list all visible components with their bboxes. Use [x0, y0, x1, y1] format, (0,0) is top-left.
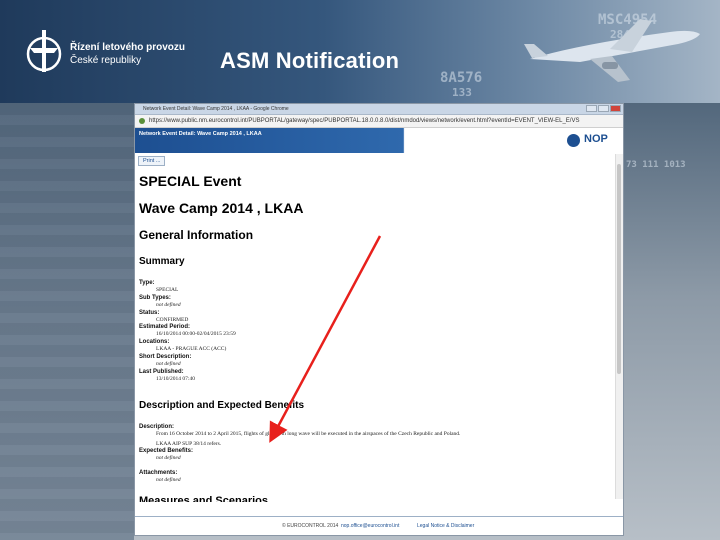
field-label-type: Type:	[139, 280, 155, 286]
field-value-attachments: not defined	[156, 477, 181, 483]
summary-heading: Summary	[139, 256, 185, 267]
page-footer: © EUROCONTROL 2014 nop.office@eurocontro…	[135, 516, 623, 535]
background-number: 133	[452, 86, 472, 99]
field-label-description: Description:	[139, 424, 175, 430]
field-label-status: Status:	[139, 310, 160, 316]
field-label-last-published: Last Published:	[139, 369, 184, 375]
field-label-period: Estimated Period:	[139, 324, 191, 330]
page-scrollbar[interactable]	[615, 154, 623, 499]
minimize-icon[interactable]	[586, 105, 597, 112]
background-photo-strip	[0, 103, 134, 540]
org-name-line1: Řízení letového provozu	[70, 42, 186, 53]
field-label-locations: Locations:	[139, 339, 170, 345]
background-number: 73 111 1013	[626, 160, 686, 170]
nop-page-header: Network Event Detail: Wave Camp 2014 , L…	[135, 128, 623, 153]
field-value-locations: LKAA - PRAGUE ACC (ACC)	[156, 346, 227, 352]
field-value-description: From 16 October 2014 to 2 April 2015, fl…	[156, 431, 461, 437]
window-title: Network Event Detail: Wave Camp 2014 , L…	[143, 106, 289, 112]
browser-window: Network Event Detail: Wave Camp 2014 , L…	[134, 103, 624, 536]
field-label-attachments: Attachments:	[139, 470, 178, 476]
field-value-period: 16/10/2014 00:00-02/04/2015 23:59	[156, 331, 236, 337]
nop-logo-text: NOP	[584, 133, 608, 145]
maximize-icon[interactable]	[598, 105, 609, 112]
window-controls	[585, 105, 621, 116]
nop-logo: NOP	[567, 131, 615, 151]
nop-logo-icon	[567, 134, 580, 147]
field-value-last-published: 13/10/2014 07:40	[156, 376, 195, 382]
event-type-heading: SPECIAL Event	[139, 173, 242, 189]
browser-titlebar: Network Event Detail: Wave Camp 2014 , L…	[135, 104, 623, 115]
footer-legal-link[interactable]: Legal Notice & Disclaimer	[417, 523, 474, 529]
org-logo: Řízení letového provozu České republiky	[24, 28, 214, 78]
slide-title: ASM Notification	[220, 48, 400, 73]
field-value-short-description: not defined	[156, 361, 181, 367]
lock-icon	[139, 118, 145, 124]
field-label-subtypes: Sub Types:	[139, 295, 171, 301]
address-bar[interactable]: https://www.public.nm.eurocontrol.int/PU…	[135, 115, 623, 128]
measures-section-heading: Measures and Scenarios	[139, 495, 269, 502]
url-text[interactable]: https://www.public.nm.eurocontrol.int/PU…	[149, 115, 579, 127]
field-value-type: SPECIAL	[156, 287, 179, 293]
event-name-heading: Wave Camp 2014 , LKAA	[139, 200, 304, 216]
field-label-expected-benefits: Expected Benefits:	[139, 448, 194, 454]
org-name-line2: České republiky	[70, 55, 142, 66]
field-value-status: CONFIRMED	[156, 317, 189, 323]
field-value-subtypes: not defined	[156, 302, 181, 308]
print-button[interactable]: Print ...	[138, 156, 166, 166]
footer-copyright: © EUROCONTROL 2014	[282, 523, 339, 529]
org-emblem-icon	[26, 30, 62, 72]
scrollbar-thumb[interactable]	[617, 164, 621, 374]
description-section-heading: Description and Expected Benefits	[139, 400, 305, 411]
general-info-heading: General Information	[139, 228, 254, 242]
page-header-title: Network Event Detail: Wave Camp 2014 , L…	[139, 131, 262, 137]
field-value-expected-benefits: not defined	[156, 455, 181, 461]
footer-email-link[interactable]: nop.office@eurocontrol.int	[341, 523, 399, 529]
background-number: 8A576	[440, 70, 483, 86]
field-label-short-description: Short Description:	[139, 354, 192, 360]
field-value-aip-reference: LKAA AIP SUP 38/14 refers.	[156, 441, 222, 447]
airplane-image	[524, 19, 700, 82]
close-icon[interactable]	[610, 105, 621, 112]
